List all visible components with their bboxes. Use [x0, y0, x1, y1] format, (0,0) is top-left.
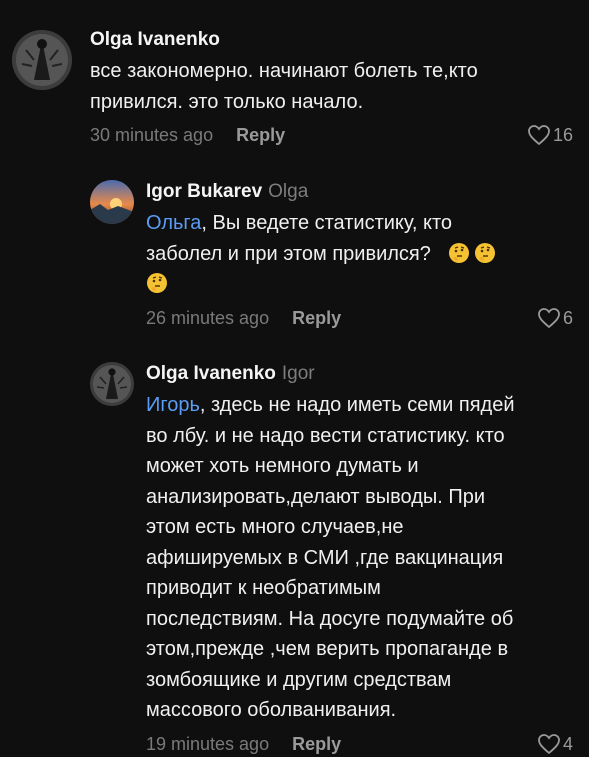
- mention-link[interactable]: Игорь: [146, 394, 200, 416]
- author-line: Olga Ivanenko Igor: [146, 362, 573, 386]
- text-line: анализировать,делают выводы. При: [146, 485, 486, 508]
- timestamp: 30 minutes ago: [90, 125, 214, 145]
- text-line: этом,прежде ,чем верить пропаганде в: [146, 638, 509, 660]
- comment-meta: 30 minutes ago Reply 16: [90, 122, 573, 148]
- like-button[interactable]: 6: [537, 305, 573, 331]
- dark-figure-avatar-icon: [12, 30, 72, 90]
- reply-to-name[interactable]: Igor: [282, 363, 315, 384]
- text-line: афишируемых в СМИ ,где вакцинация: [146, 546, 504, 569]
- comment-meta: 19 minutes ago Reply 4: [146, 731, 573, 757]
- mention-link[interactable]: Ольга: [146, 212, 201, 234]
- reply-button[interactable]: Reply: [292, 734, 341, 754]
- reply-button[interactable]: Reply: [292, 308, 341, 328]
- like-count: 6: [562, 307, 573, 328]
- text-line: Игорь, здесь не надо иметь семи пядей: [146, 390, 573, 421]
- text-line: привился. это только начало.: [90, 90, 364, 113]
- avatar[interactable]: [90, 180, 134, 224]
- text-line: Ольга, Вы ведете статистику, кто: [146, 208, 573, 239]
- reply-button[interactable]: Reply: [236, 125, 285, 145]
- author-line: Olga Ivanenko: [90, 28, 573, 52]
- timestamp: 26 minutes ago: [146, 307, 270, 328]
- thinking-face-emoji-icon: [146, 272, 168, 294]
- like-count: 4: [562, 733, 573, 754]
- text-line: заболел и при этом привился?: [146, 239, 573, 270]
- comment-text: Игорь, здесь не надо иметь семи пядей во…: [146, 390, 573, 726]
- author-line: Igor Bukarev Olga: [146, 180, 573, 204]
- text-line: этом есть много случаев,не: [146, 516, 404, 538]
- avatar[interactable]: [12, 30, 72, 90]
- comment-body: Olga Ivanenko все закономерно. начинают …: [90, 28, 573, 148]
- comment-meta: 26 minutes ago Reply 6: [146, 305, 573, 331]
- sunset-landscape-avatar-icon: [90, 180, 134, 224]
- text-line: все закономерно. начинают болеть те,кто: [90, 60, 478, 82]
- dark-figure-avatar-icon: [90, 362, 134, 406]
- text-line: приводит к необратимым: [146, 577, 381, 599]
- text-line: может хоть немного думать и: [146, 455, 419, 477]
- text-line: последствиям. На досуге подумайте об: [146, 607, 514, 630]
- text-line: во лбу. и не надо вести статистику. кто: [146, 424, 505, 447]
- like-button[interactable]: 4: [537, 731, 573, 757]
- reply-to-name[interactable]: Olga: [268, 181, 308, 202]
- heart-icon: [537, 733, 561, 755]
- like-count: 16: [552, 125, 573, 145]
- thinking-face-emoji-icon: [448, 242, 470, 264]
- text-line: массового оболванивания.: [146, 699, 397, 721]
- comment-text: Ольга, Вы ведете статистику, кто заболел…: [146, 208, 573, 300]
- thinking-face-emoji-icon: [474, 242, 496, 264]
- author-name[interactable]: Olga Ivanenko: [90, 29, 220, 50]
- author-name[interactable]: Olga Ivanenko: [146, 363, 276, 384]
- avatar[interactable]: [90, 362, 134, 406]
- text-fragment: , Вы ведете статистику, кто: [201, 212, 453, 234]
- heart-icon: [537, 307, 561, 329]
- author-name[interactable]: Igor Bukarev: [146, 181, 262, 202]
- heart-icon: [527, 124, 551, 146]
- comment-text: все закономерно. начинают болеть те,кто …: [90, 56, 573, 117]
- comment-body: Igor Bukarev Olga Ольга, Вы ведете статис…: [146, 180, 573, 331]
- text-line: [146, 269, 573, 300]
- text-line: зомбоящике и другим средствам: [146, 668, 452, 691]
- comment-body: Olga Ivanenko Igor Игорь, здесь не надо и…: [146, 362, 573, 757]
- text-fragment: , здесь не надо иметь семи пядей: [199, 394, 515, 416]
- like-button[interactable]: 16: [527, 122, 573, 148]
- text-fragment: заболел и при этом привился?: [146, 242, 431, 265]
- timestamp: 19 minutes ago: [146, 733, 270, 754]
